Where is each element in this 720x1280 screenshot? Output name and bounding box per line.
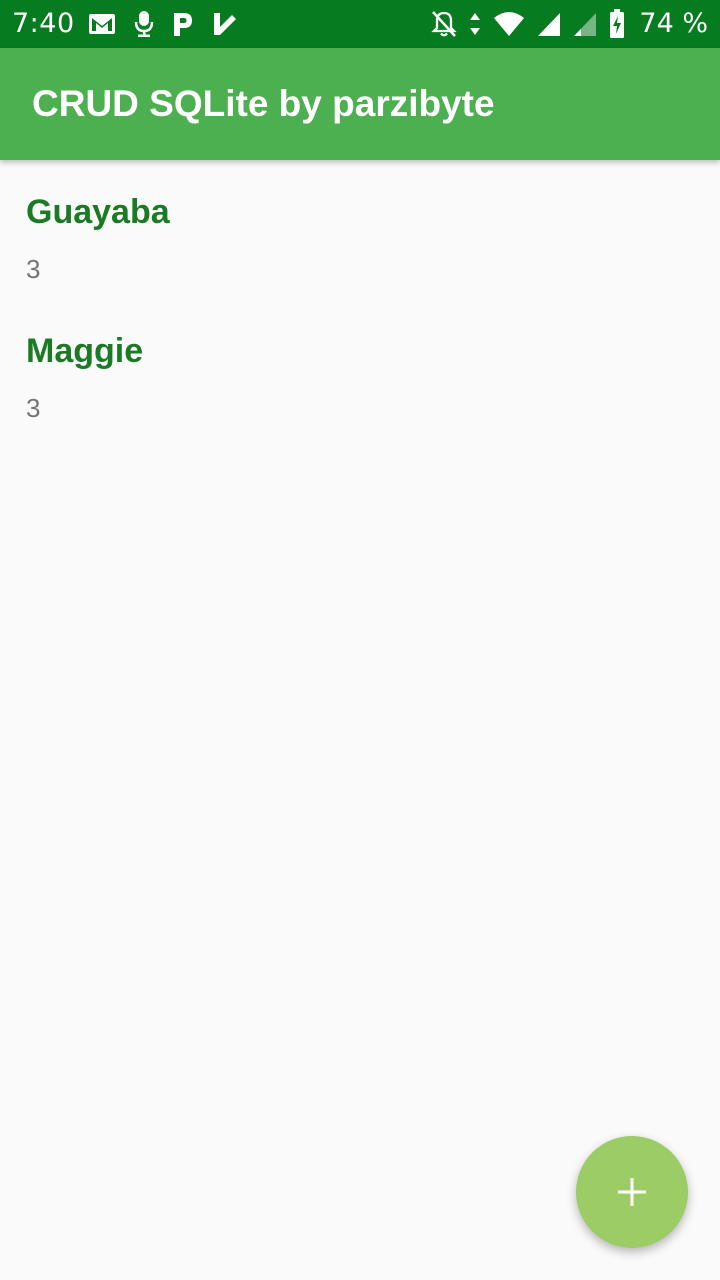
data-transfer-icon (469, 12, 481, 36)
list-item[interactable]: Maggie 3 (0, 299, 720, 438)
status-bar: 7:40 74 % (0, 0, 720, 48)
status-system-icons: 74 % (431, 8, 708, 40)
app-bar: CRUD SQLite by parzibyte (0, 48, 720, 160)
item-name: Maggie (26, 332, 144, 370)
list-item[interactable]: Guayaba 3 (0, 160, 720, 299)
app-title: CRUD SQLite by parzibyte (32, 83, 495, 124)
item-list: Guayaba 3 Maggie 3 (0, 160, 720, 438)
parking-icon (172, 11, 194, 37)
gmail-icon (88, 13, 116, 35)
add-item-button[interactable] (576, 1136, 688, 1248)
status-notification-icons (88, 10, 238, 38)
item-value: 3 (26, 254, 41, 284)
item-name: Guayaba (26, 193, 170, 231)
battery-charging-icon (609, 9, 625, 39)
microphone-icon (134, 10, 154, 38)
battery-percentage: 74 % (639, 8, 708, 39)
item-value: 3 (26, 393, 41, 423)
screen: 7:40 74 % CRUD SQLite by parzibyte Guaya… (0, 0, 720, 1280)
plus-icon (615, 1175, 649, 1209)
status-time: 7:40 (12, 8, 75, 39)
signal-weak-icon (573, 11, 597, 37)
signal-icon (537, 11, 561, 37)
checkmark-app-icon (212, 11, 238, 37)
notifications-off-icon (431, 10, 458, 38)
wifi-icon (493, 11, 525, 37)
